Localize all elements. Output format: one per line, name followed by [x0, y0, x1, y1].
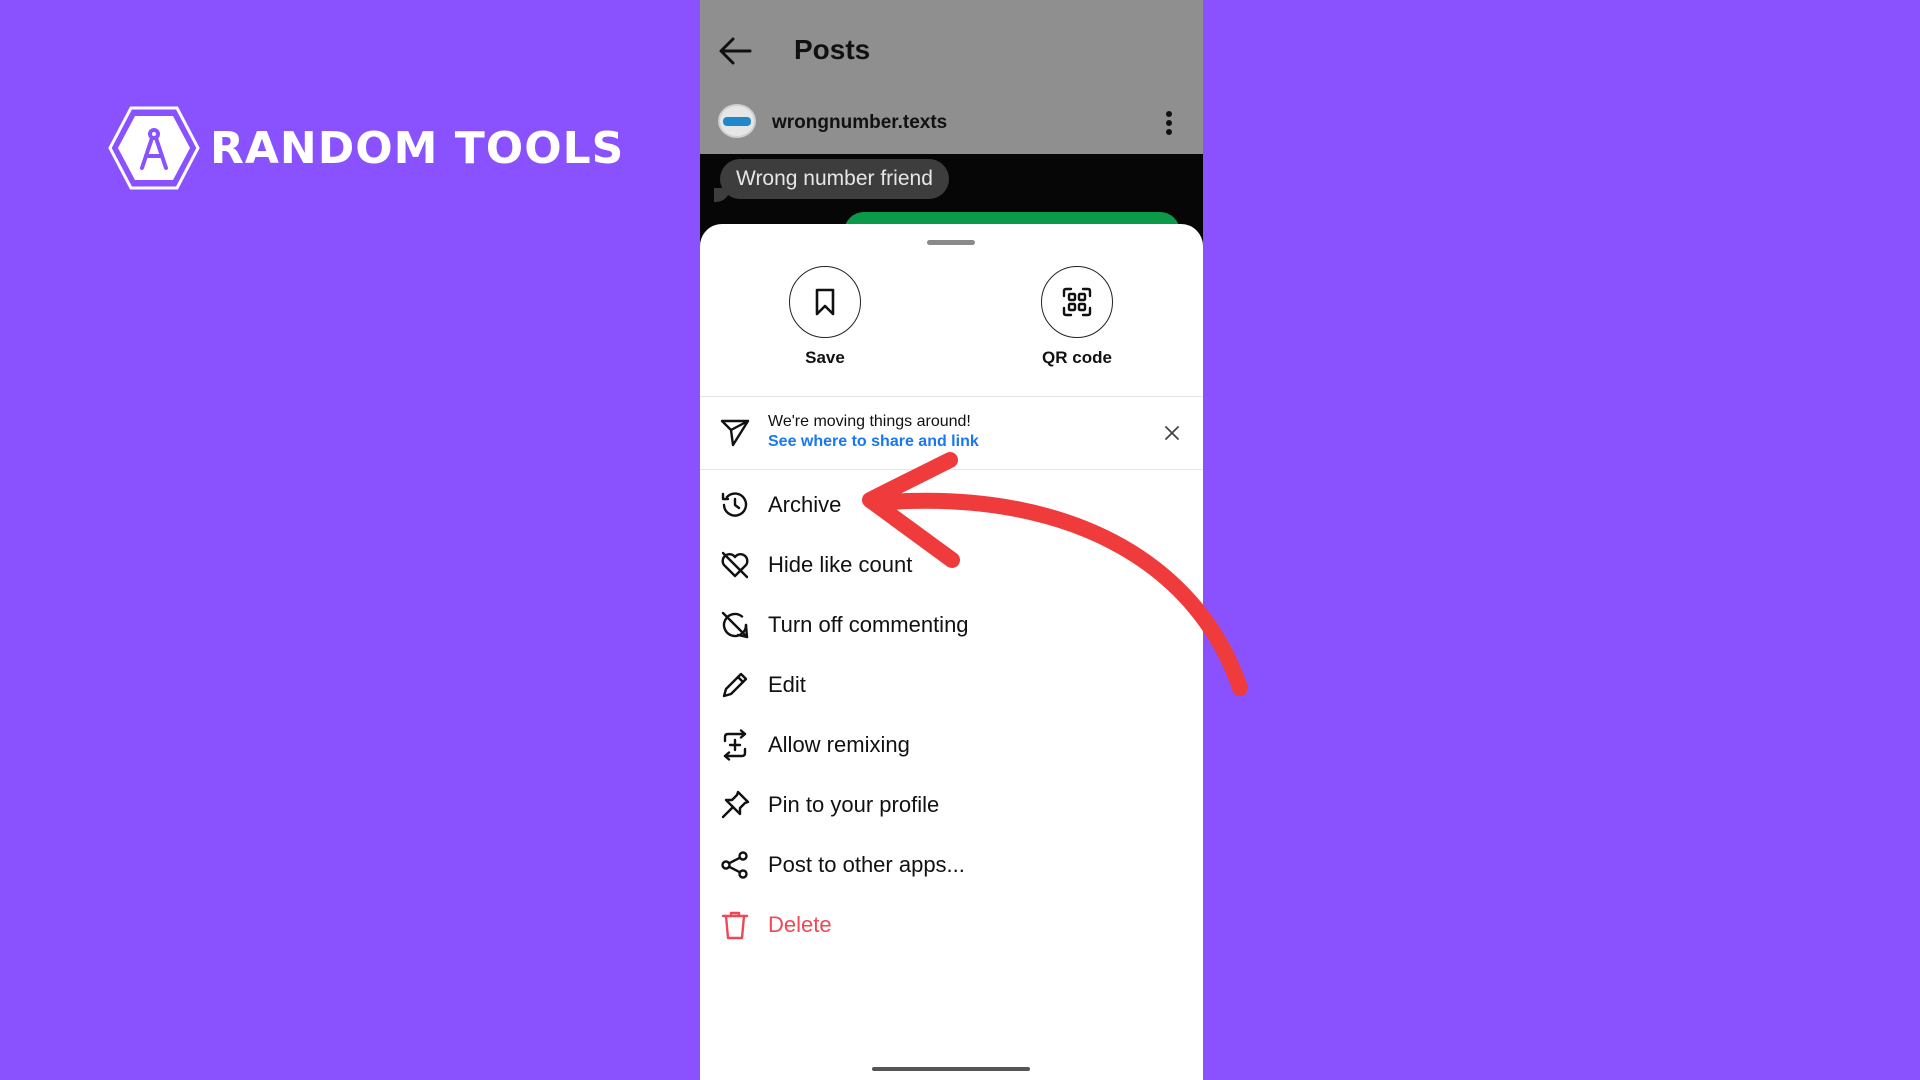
annotation-arrow-icon [862, 452, 1248, 696]
qr-code-label: QR code [1042, 348, 1112, 367]
compass-logo-icon [108, 106, 200, 190]
brand-name: RANDOM TOOLS [210, 122, 625, 174]
save-label: Save [805, 348, 845, 367]
menu-item-label: Post to other apps... [768, 852, 965, 877]
notice-title: We're moving things around! [768, 413, 971, 430]
heart-slash-icon [718, 548, 752, 582]
archive-history-icon [718, 488, 752, 522]
menu-item-label: Archive [768, 492, 842, 517]
message-bubble: Wrong number friend [720, 159, 949, 199]
qr-code-button[interactable]: QR code [1002, 266, 1152, 368]
remix-icon [718, 728, 752, 762]
brand: RANDOM TOOLS [108, 106, 624, 190]
sheet-drag-handle[interactable] [927, 240, 975, 245]
menu-item-pin-to-profile[interactable]: Pin to your profile [700, 775, 1203, 835]
save-circle [789, 266, 861, 338]
back-arrow-icon[interactable] [718, 36, 752, 66]
menu-item-delete[interactable]: Delete [700, 895, 1203, 955]
qr-code-circle [1041, 266, 1113, 338]
share-nodes-icon [718, 848, 752, 882]
close-icon[interactable] [1164, 425, 1180, 441]
more-options-icon[interactable] [1165, 110, 1173, 136]
menu-item-label: Edit [768, 672, 806, 697]
post-username[interactable]: wrongnumber.texts [772, 112, 947, 134]
page-title: Posts [794, 34, 871, 65]
menu-item-label: Allow remixing [768, 732, 910, 757]
save-button[interactable]: Save [750, 266, 900, 368]
menu-item-post-to-other-apps[interactable]: Post to other apps... [700, 835, 1203, 895]
qr-code-icon [1062, 287, 1092, 317]
pencil-icon [718, 668, 752, 702]
comment-off-icon [718, 608, 752, 642]
trash-icon [718, 908, 752, 942]
paper-plane-icon [720, 419, 750, 447]
system-nav-handle[interactable] [872, 1067, 1030, 1071]
menu-item-label: Delete [768, 912, 832, 937]
bookmark-icon [815, 288, 835, 316]
avatar[interactable] [718, 104, 756, 138]
menu-item-allow-remixing[interactable]: Allow remixing [700, 715, 1203, 775]
pin-icon [718, 788, 752, 822]
menu-item-label: Pin to your profile [768, 792, 940, 817]
